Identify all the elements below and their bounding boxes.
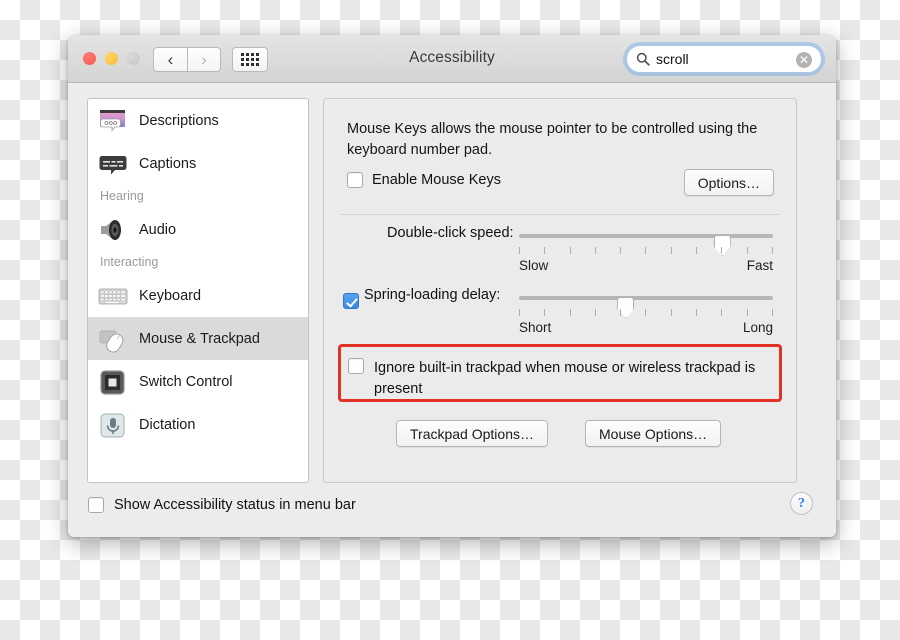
trackpad-options-button[interactable]: Trackpad Options… (396, 420, 548, 447)
sidebar-item-dictation[interactable]: Dictation (88, 403, 308, 446)
dictation-mic-icon (98, 410, 128, 440)
spring-loading-delay-label: Spring-loading delay: (364, 287, 501, 303)
descriptions-icon (98, 106, 128, 136)
mouse-trackpad-icon (98, 324, 128, 354)
slider-min-label: Short (519, 320, 552, 335)
window-titlebar: ‹ › Accessibility ✕ (68, 35, 836, 83)
mouse-options-button[interactable]: Mouse Options… (585, 420, 722, 447)
enable-mouse-keys-checkbox[interactable] (347, 172, 363, 188)
sidebar-item-label: Audio (139, 221, 177, 238)
slider-max-label: Fast (746, 258, 773, 273)
sidebar-item-keyboard[interactable]: Keyboard (88, 274, 308, 317)
ignore-trackpad-row[interactable]: Ignore built-in trackpad when mouse or w… (348, 358, 771, 400)
window-body: Descriptions Captions Hearing Audio Inte… (68, 83, 836, 537)
mouse-keys-description: Mouse Keys allows the mouse pointer to b… (347, 121, 758, 158)
sidebar-item-label: Descriptions (139, 112, 219, 129)
show-accessibility-status-row[interactable]: Show Accessibility status in menu bar (88, 497, 356, 513)
show-accessibility-status-label: Show Accessibility status in menu bar (114, 497, 356, 513)
sidebar-item-descriptions[interactable]: Descriptions (88, 99, 308, 142)
sidebar-item-label: Mouse & Trackpad (139, 330, 260, 347)
slider-min-label: Slow (519, 258, 549, 273)
accessibility-preferences-window: ‹ › Accessibility ✕ (68, 35, 836, 537)
double-click-speed-track[interactable] (519, 234, 773, 256)
section-divider (340, 214, 780, 215)
switch-control-icon (98, 367, 128, 397)
ignore-trackpad-label: Ignore built-in trackpad when mouse or w… (374, 360, 756, 397)
sidebar-item-label: Keyboard (139, 287, 202, 304)
ignore-trackpad-highlight: Ignore built-in trackpad when mouse or w… (338, 344, 782, 402)
sidebar-section-hearing: Hearing (100, 189, 144, 203)
spring-loading-delay-endpoints: Short Long (519, 320, 773, 335)
search-input[interactable] (656, 51, 771, 67)
search-icon (636, 52, 650, 66)
spring-loading-delay-checkbox[interactable] (343, 293, 359, 309)
search-field[interactable]: ✕ (626, 45, 822, 73)
enable-mouse-keys-row[interactable]: Enable Mouse Keys (347, 172, 501, 188)
slider-max-label: Long (742, 320, 773, 335)
audio-speaker-icon (98, 215, 128, 245)
sidebar-item-audio[interactable]: Audio (88, 208, 308, 251)
spring-loading-delay-ticks (519, 309, 773, 316)
clear-search-icon[interactable]: ✕ (796, 52, 812, 68)
options-button[interactable]: Options… (683, 169, 774, 196)
sidebar-item-captions[interactable]: Captions (88, 142, 308, 185)
double-click-speed-label: Double-click speed: (387, 225, 514, 241)
accessibility-category-list[interactable]: Descriptions Captions Hearing Audio Inte… (87, 98, 309, 483)
captions-icon (98, 149, 128, 179)
keyboard-icon (98, 281, 128, 311)
spring-loading-delay-track[interactable] (519, 296, 773, 318)
sidebar-item-label: Switch Control (139, 373, 233, 390)
show-accessibility-status-checkbox[interactable] (88, 497, 104, 513)
sidebar-item-switch-control[interactable]: Switch Control (88, 360, 308, 403)
sidebar-item-label: Captions (139, 155, 197, 172)
enable-mouse-keys-label: Enable Mouse Keys (372, 172, 501, 188)
sidebar-item-mouse-trackpad[interactable]: Mouse & Trackpad (88, 317, 308, 360)
ignore-trackpad-checkbox[interactable] (348, 358, 364, 374)
double-click-speed-endpoints: Slow Fast (519, 258, 773, 273)
sidebar-item-label: Dictation (139, 416, 196, 433)
double-click-speed-ticks (519, 247, 773, 254)
help-button[interactable]: ? (790, 492, 813, 515)
mouse-trackpad-settings-panel: Mouse Keys allows the mouse pointer to b… (323, 98, 797, 483)
sidebar-section-interacting: Interacting (100, 255, 159, 269)
